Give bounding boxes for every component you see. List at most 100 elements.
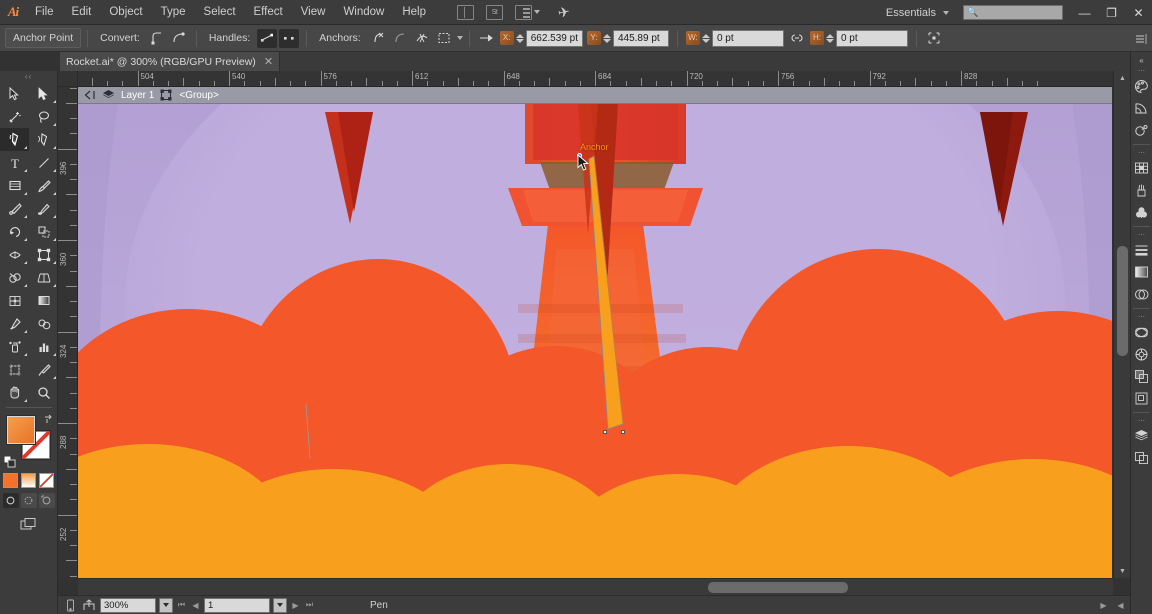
breadcrumb-layer-name[interactable]: Layer 1 [121, 90, 154, 101]
menu-edit[interactable]: Edit [63, 0, 101, 25]
dock-group-grip[interactable]: ⋯ [1133, 312, 1151, 321]
tool-flyout-indicator[interactable] [53, 215, 56, 218]
document-setup-icon[interactable] [457, 4, 474, 20]
canvas-area[interactable]: Anchor [78, 104, 1112, 578]
zoom-dropdown-icon[interactable] [159, 597, 173, 613]
current-tool-indicator[interactable]: Pen [370, 600, 388, 611]
artboard-dropdown-icon[interactable] [273, 597, 287, 613]
navigate-back-icon[interactable] [83, 89, 96, 101]
color-themes-panel-icon[interactable] [1132, 119, 1152, 141]
color-mode[interactable] [3, 473, 18, 488]
h-stepper[interactable] [825, 33, 834, 43]
menu-view[interactable]: View [292, 0, 335, 25]
minimize-button[interactable]: — [1071, 0, 1098, 25]
vertical-scroll-thumb[interactable] [1117, 246, 1128, 356]
stroke-panel-icon[interactable] [1132, 239, 1152, 261]
document-tab[interactable]: Rocket.ai* @ 300% (RGB/GPU Preview) ✕ [60, 52, 281, 71]
artboard-number-input[interactable]: 1 [204, 597, 270, 613]
menu-select[interactable]: Select [195, 0, 245, 25]
last-artboard-icon[interactable]: ⏭ [304, 600, 315, 610]
arrange-documents-icon[interactable] [515, 4, 532, 20]
rectangle-tool[interactable] [0, 174, 29, 197]
share-icon[interactable] [81, 598, 97, 613]
status-collapse-icon[interactable]: ◀ [1115, 601, 1126, 610]
toolbar-grip[interactable]: ‹‹ [0, 71, 57, 82]
rotate-tool[interactable] [0, 220, 29, 243]
shape-builder-tool[interactable] [0, 266, 29, 289]
horizontal-ruler[interactable]: 468504540576612648684720756792828 [78, 71, 1112, 87]
hide-handles-icon[interactable] [279, 28, 300, 48]
free-transform-tool[interactable] [29, 243, 58, 266]
none-mode[interactable] [39, 473, 54, 488]
symbol-sprayer-tool[interactable] [0, 335, 29, 358]
link-dimensions-icon[interactable] [787, 29, 807, 48]
tool-flyout-indicator[interactable] [53, 284, 56, 287]
draw-normal-mode[interactable] [2, 493, 19, 508]
tool-flyout-indicator[interactable] [24, 238, 27, 241]
ruler-corner[interactable] [58, 71, 78, 87]
blend-tool[interactable] [29, 312, 58, 335]
align-panel-icon[interactable] [1132, 387, 1152, 409]
tool-flyout-indicator[interactable] [24, 146, 27, 149]
tool-flyout-indicator[interactable] [53, 169, 56, 172]
x-stepper[interactable] [515, 33, 524, 43]
close-button[interactable]: ✕ [1125, 0, 1152, 25]
remove-anchor-icon[interactable] [368, 29, 388, 48]
pen-tool[interactable] [0, 128, 29, 151]
appearance-panel-icon[interactable] [1132, 321, 1152, 343]
tool-flyout-indicator[interactable] [53, 261, 56, 264]
tool-flyout-indicator[interactable] [24, 353, 27, 356]
arrange-caret-icon[interactable] [534, 10, 540, 14]
tool-flyout-indicator[interactable] [24, 330, 27, 333]
tool-flyout-indicator[interactable] [24, 215, 27, 218]
width-tool[interactable] [0, 243, 29, 266]
default-fill-stroke-icon[interactable] [3, 455, 16, 468]
perspective-grid-tool[interactable] [29, 266, 58, 289]
mesh-tool[interactable] [0, 289, 29, 312]
tool-flyout-indicator[interactable] [53, 192, 56, 195]
prev-artboard-icon[interactable]: ◀ [190, 601, 201, 610]
stock-st-icon[interactable]: St [486, 4, 503, 20]
x-input[interactable]: 662.539 pt [525, 29, 583, 47]
gradient-panel-icon[interactable] [1132, 261, 1152, 283]
scroll-up-arrow-icon[interactable]: ▲ [1114, 71, 1131, 85]
graphic-styles-panel-icon[interactable] [1132, 343, 1152, 365]
w-stepper[interactable] [701, 33, 710, 43]
convert-to-corner-icon[interactable] [147, 29, 167, 48]
horizontal-scrollbar[interactable] [78, 578, 1113, 595]
hand-tool[interactable] [0, 381, 29, 404]
transparency-panel-icon[interactable] [1132, 283, 1152, 305]
color-panel-icon[interactable] [1132, 75, 1152, 97]
cut-path-icon[interactable] [412, 29, 432, 48]
change-screen-mode-icon[interactable] [18, 515, 40, 533]
tool-flyout-indicator[interactable] [24, 192, 27, 195]
symbols-panel-icon[interactable] [1132, 201, 1152, 223]
mobile-preview-icon[interactable] [62, 598, 78, 613]
tool-flyout-indicator[interactable] [24, 261, 27, 264]
draw-inside-mode[interactable] [38, 493, 55, 508]
isolate-caret-icon[interactable] [456, 36, 463, 40]
artboards-panel-icon[interactable] [1132, 447, 1152, 469]
tool-flyout-indicator[interactable] [24, 284, 27, 287]
selection-tool[interactable] [0, 82, 29, 105]
swap-fill-stroke-icon[interactable] [44, 414, 54, 424]
menu-help[interactable]: Help [393, 0, 435, 25]
align-to-icon[interactable] [477, 29, 497, 48]
eyedropper-tool[interactable] [0, 312, 29, 335]
gradient-tool[interactable] [29, 289, 58, 312]
menu-object[interactable]: Object [100, 0, 151, 25]
tool-flyout-indicator[interactable] [53, 123, 56, 126]
horizontal-scroll-thumb[interactable] [708, 582, 848, 593]
zoom-level-input[interactable]: 300% [100, 597, 156, 613]
magic-wand-tool[interactable] [0, 105, 29, 128]
menu-type[interactable]: Type [152, 0, 195, 25]
restore-button[interactable]: ❐ [1098, 0, 1125, 25]
curvature-tool[interactable] [29, 128, 58, 151]
next-artboard-icon[interactable]: ▶ [290, 601, 301, 610]
convert-to-smooth-icon[interactable] [169, 29, 189, 48]
blob-brush-tool[interactable] [29, 197, 58, 220]
first-artboard-icon[interactable]: ⏮ [176, 600, 187, 610]
lasso-tool[interactable] [29, 105, 58, 128]
column-graph-tool[interactable] [29, 335, 58, 358]
control-bar-overflow[interactable] [1134, 25, 1148, 52]
